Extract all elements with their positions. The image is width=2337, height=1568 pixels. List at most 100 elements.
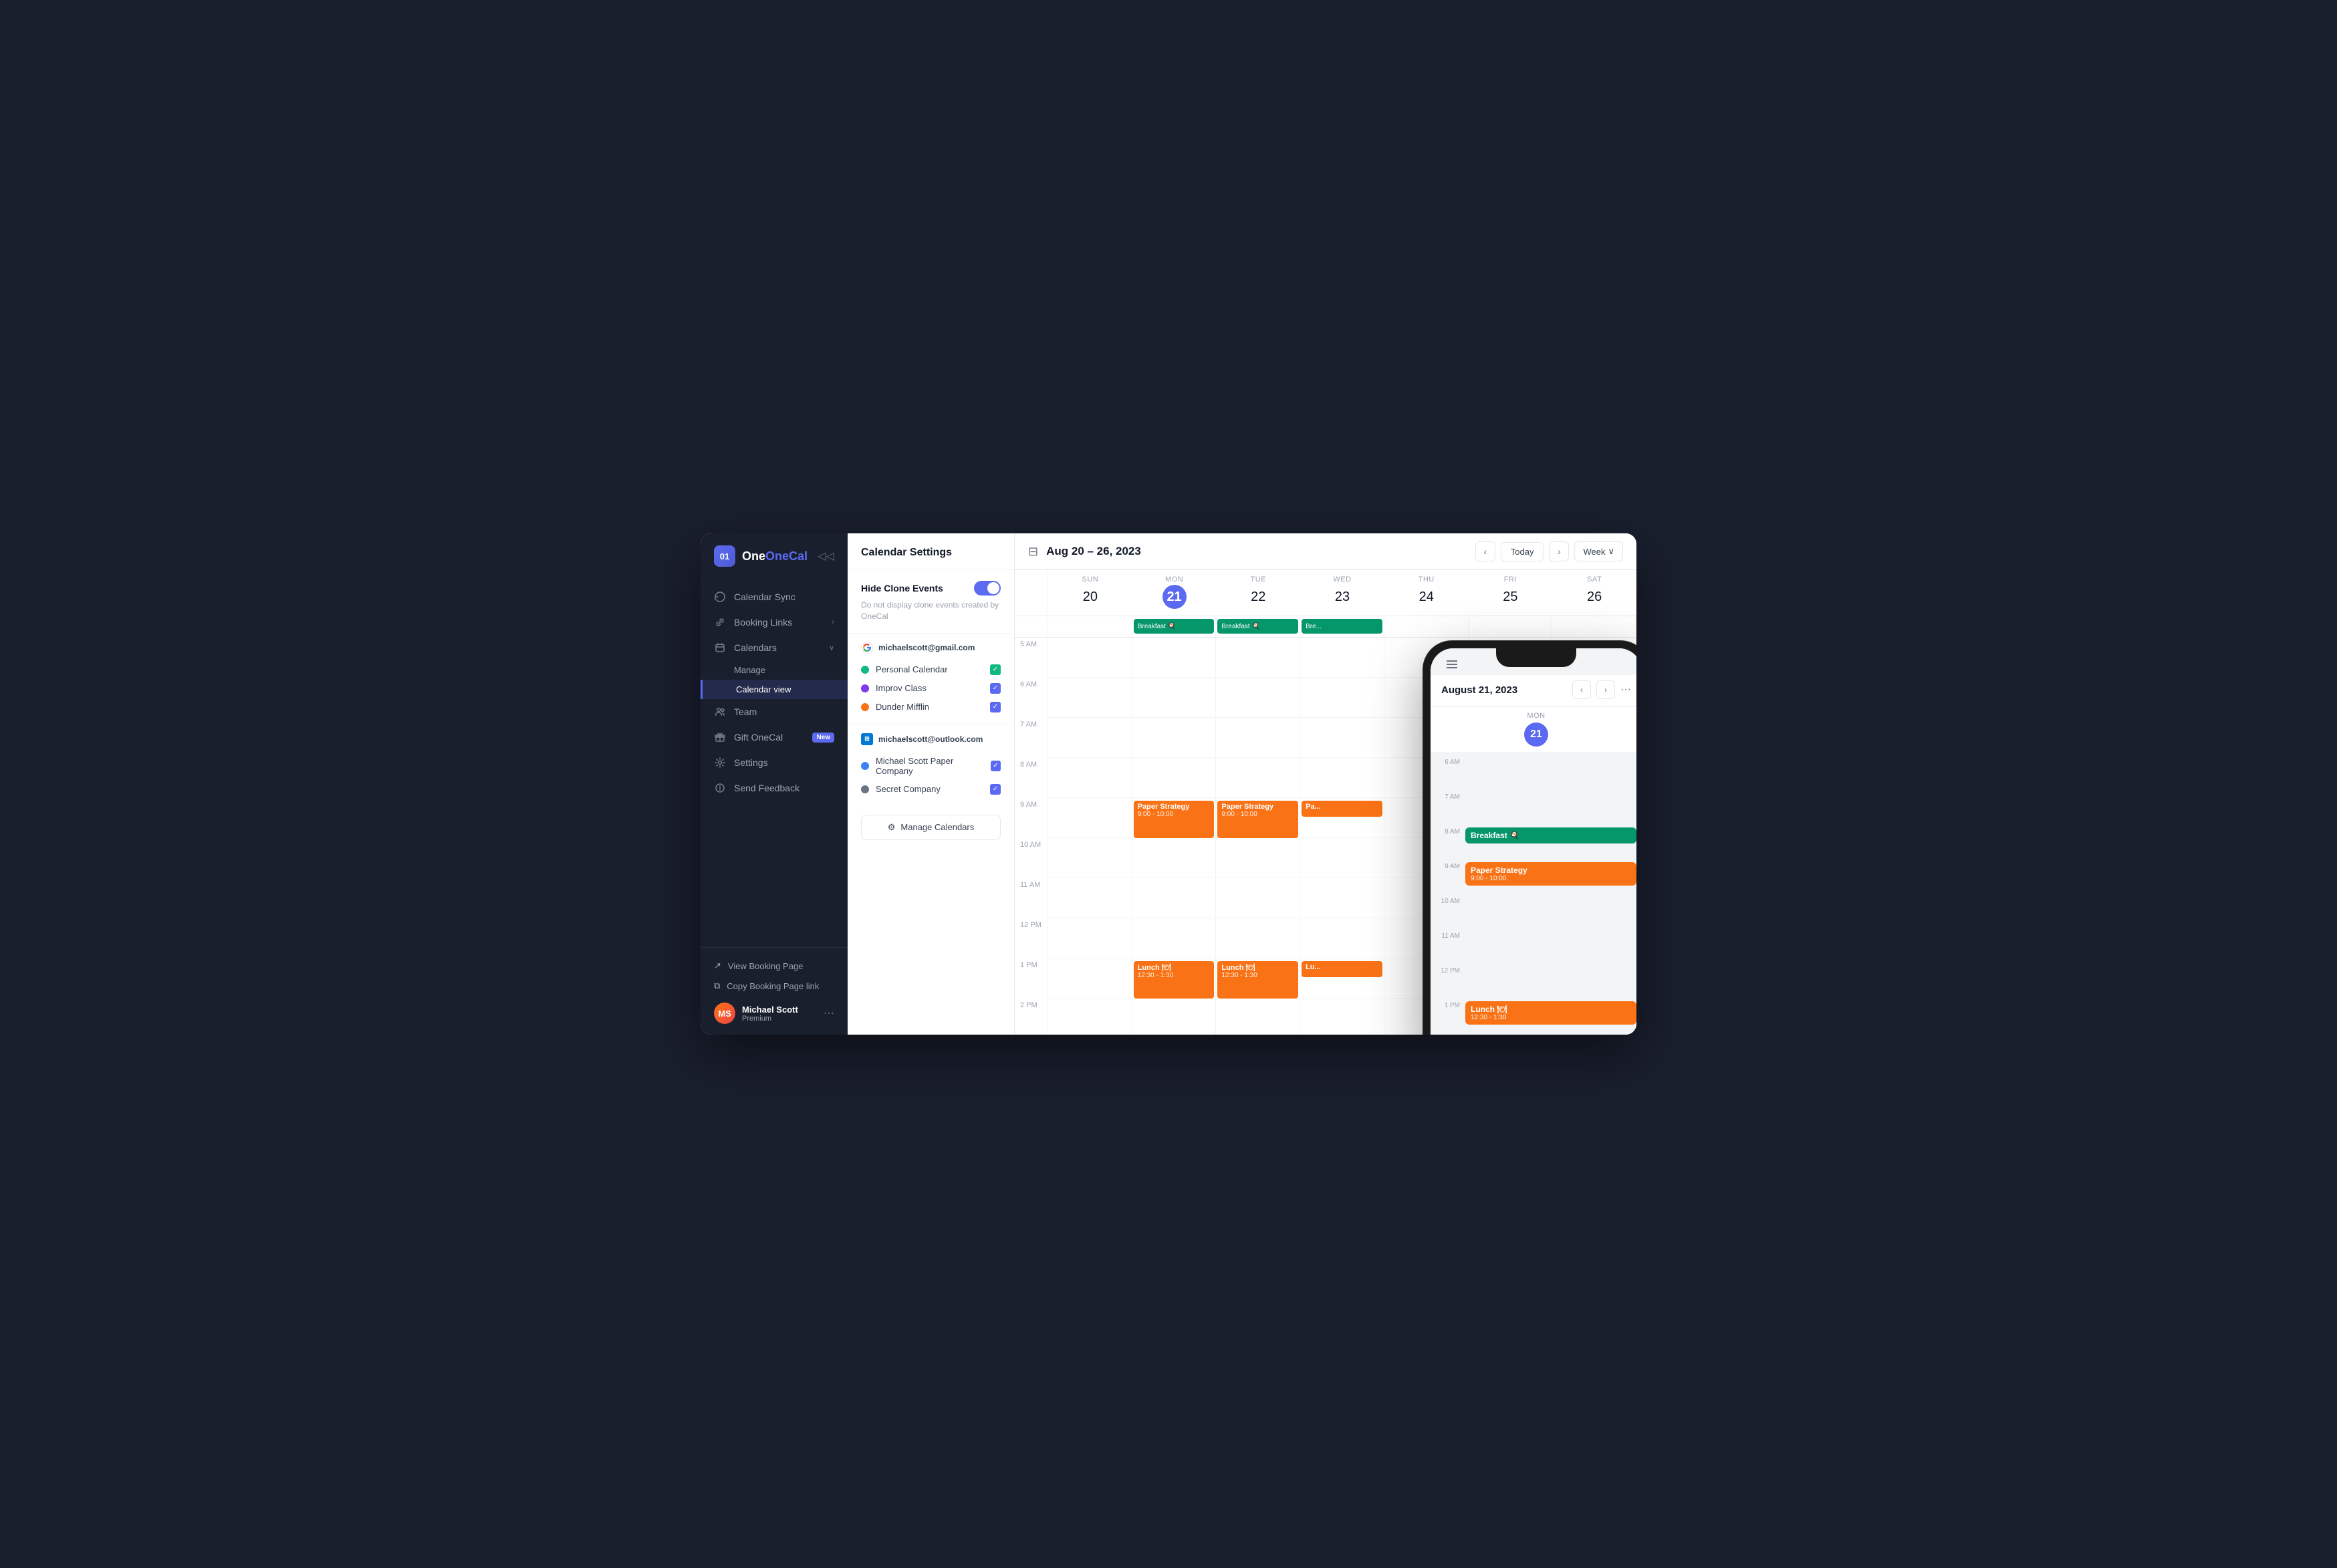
time-cell-2pm-col4 bbox=[1300, 999, 1384, 1035]
sidebar-item-settings[interactable]: Settings bbox=[701, 750, 848, 775]
time-cell-5am-col2 bbox=[1132, 638, 1217, 678]
calendar-event[interactable]: Paper Strategy9:00 - 10:00 bbox=[1217, 801, 1298, 838]
time-cell-1pm-col3: Lunch 🍽12:30 - 1:30 bbox=[1216, 958, 1300, 999]
time-label-6am: 6 AM bbox=[1015, 678, 1048, 718]
calendar-prev-button[interactable]: ‹ bbox=[1475, 541, 1495, 561]
phone-more-button[interactable]: ··· bbox=[1620, 684, 1631, 696]
phone-date-title: August 21, 2023 bbox=[1441, 684, 1567, 696]
sidebar-collapse-button[interactable]: ◁◁ bbox=[818, 549, 834, 563]
time-cell-10am-col3 bbox=[1216, 838, 1300, 878]
time-cell-9am-col2: Paper Strategy9:00 - 10:00 bbox=[1132, 798, 1217, 838]
phone-day-number: 21 bbox=[1524, 723, 1548, 747]
copy-booking-link[interactable]: ⧉ Copy Booking Page link bbox=[714, 976, 834, 996]
time-label-5am: 5 AM bbox=[1015, 638, 1048, 678]
link-icon bbox=[714, 616, 726, 628]
sidebar-item-calendar-sync[interactable]: Calendar Sync bbox=[701, 584, 848, 610]
manage-calendars-button[interactable]: ⚙ Manage Calendars bbox=[861, 815, 1001, 840]
sidebar-item-send-feedback[interactable]: Send Feedback bbox=[701, 775, 848, 801]
time-label-8am: 8 AM bbox=[1015, 758, 1048, 798]
calendar-header: ⊟ Aug 20 – 26, 2023 ‹ Today › Week ∨ bbox=[1015, 533, 1636, 570]
time-cell-2pm-col3 bbox=[1216, 999, 1300, 1035]
phone-screen: August 21, 2023 ‹ › ··· MON 21 6 AM bbox=[1431, 648, 1636, 1035]
phone-time-9am: 9 AM Paper Strategy 9:00 - 10:00 bbox=[1436, 862, 1636, 896]
time-label-11am: 11 AM bbox=[1015, 878, 1048, 918]
phone-time-11am: 11 AM bbox=[1436, 931, 1636, 966]
time-cell-6am-col1 bbox=[1048, 678, 1132, 718]
time-cell-7am-col2 bbox=[1132, 718, 1217, 758]
sidebar-item-label: Calendar Sync bbox=[734, 592, 795, 602]
phone-events-area: 6 AM 7 AM 8 AM bbox=[1431, 757, 1636, 1035]
time-cell-7am-col4 bbox=[1300, 718, 1384, 758]
phone-breakfast-event[interactable]: Breakfast 🍳 bbox=[1465, 827, 1636, 843]
breakfast-event-mon[interactable]: Breakfast 🍳 bbox=[1134, 619, 1215, 634]
user-avatar: MS bbox=[714, 1003, 735, 1024]
calendar-event[interactable]: Pa... bbox=[1302, 801, 1382, 817]
outlook-account-header: ⊞ michaelscott@outlook.com bbox=[861, 733, 1001, 745]
all-day-sun bbox=[1048, 616, 1132, 637]
personal-calendar-checkbox[interactable]: ✓ bbox=[990, 664, 1001, 675]
phone-time-12pm: 12 PM bbox=[1436, 966, 1636, 1001]
team-icon bbox=[714, 706, 726, 718]
calendar-date-range: Aug 20 – 26, 2023 bbox=[1046, 545, 1141, 558]
user-plan: Premium bbox=[742, 1015, 817, 1023]
sidebar-item-team[interactable]: Team bbox=[701, 699, 848, 725]
calendar-today-button[interactable]: Today bbox=[1501, 542, 1544, 561]
hide-clone-toggle[interactable] bbox=[974, 581, 1001, 596]
feedback-icon bbox=[714, 782, 726, 794]
day-header-sun: SUN 20 bbox=[1048, 570, 1132, 616]
time-cell-2pm-col1 bbox=[1048, 999, 1132, 1035]
time-cell-8am-col4 bbox=[1300, 758, 1384, 798]
time-cell-5am-col1 bbox=[1048, 638, 1132, 678]
user-menu-button[interactable]: ⋯ bbox=[824, 1007, 834, 1020]
time-label-9am: 9 AM bbox=[1015, 798, 1048, 838]
calendar-next-button[interactable]: › bbox=[1549, 541, 1569, 561]
external-link-icon: ↗ bbox=[714, 960, 721, 971]
breakfast-event-tue[interactable]: Breakfast 🍳 bbox=[1217, 619, 1298, 634]
settings-title: Calendar Settings bbox=[848, 547, 1014, 570]
mspc-calendar-checkbox[interactable]: ✓ bbox=[991, 761, 1001, 771]
view-booking-page-link[interactable]: ↗ View Booking Page bbox=[714, 956, 834, 976]
calendar-event[interactable]: Lunch 🍽12:30 - 1:30 bbox=[1217, 961, 1298, 999]
time-label-2pm: 2 PM bbox=[1015, 999, 1048, 1035]
calendar-event[interactable]: Lu... bbox=[1302, 961, 1382, 977]
phone-prev-button[interactable]: ‹ bbox=[1572, 680, 1591, 699]
calendar-nav-icon: ⊟ bbox=[1028, 545, 1038, 559]
user-profile-row: MS Michael Scott Premium ⋯ bbox=[714, 996, 834, 1027]
time-cell-6am-col2 bbox=[1132, 678, 1217, 718]
sidebar-item-calendars[interactable]: Calendars ∨ bbox=[701, 635, 848, 660]
sidebar-item-label: Calendars bbox=[734, 642, 777, 653]
sidebar-item-label: Team bbox=[734, 706, 757, 717]
sidebar-item-label: Booking Links bbox=[734, 617, 792, 628]
breakfast-event-wed[interactable]: Bre... bbox=[1302, 619, 1382, 634]
secret-calendar-checkbox[interactable]: ✓ bbox=[990, 784, 1001, 795]
time-cell-10am-col2 bbox=[1132, 838, 1217, 878]
phone-paper-event[interactable]: Paper Strategy 9:00 - 10:00 bbox=[1465, 862, 1636, 886]
time-label-7am: 7 AM bbox=[1015, 718, 1048, 758]
calendar-view-button[interactable]: Week ∨ bbox=[1574, 541, 1623, 561]
phone-next-button[interactable]: › bbox=[1596, 680, 1615, 699]
time-cell-12pm-col2 bbox=[1132, 918, 1217, 958]
calendar-event[interactable]: Paper Strategy9:00 - 10:00 bbox=[1134, 801, 1215, 838]
sidebar-sub-item-label: Calendar view bbox=[736, 684, 791, 694]
time-label-1pm: 1 PM bbox=[1015, 958, 1048, 999]
phone-day-row: MON 21 bbox=[1431, 706, 1636, 752]
improv-calendar-checkbox[interactable]: ✓ bbox=[990, 683, 1001, 694]
calendar-event[interactable]: Lunch 🍽12:30 - 1:30 bbox=[1134, 961, 1215, 999]
sidebar-item-booking-links[interactable]: Booking Links › bbox=[701, 610, 848, 635]
sidebar-item-calendar-view[interactable]: Calendar view bbox=[701, 680, 848, 699]
phone-time-10am: 10 AM bbox=[1436, 896, 1636, 931]
improv-calendar-dot bbox=[861, 684, 869, 692]
phone-frame: August 21, 2023 ‹ › ··· MON 21 6 AM bbox=[1423, 640, 1636, 1035]
phone-lunch-event[interactable]: Lunch 🍽 12:30 - 1:30 bbox=[1465, 1001, 1636, 1025]
hide-clone-section: Hide Clone Events Do not display clone e… bbox=[848, 570, 1014, 634]
personal-calendar-dot bbox=[861, 666, 869, 674]
app-container: 01 OneOneCal ◁◁ Calendar Sync bbox=[701, 533, 1636, 1035]
sidebar-item-gift-onecal[interactable]: Gift OneCal New bbox=[701, 725, 848, 750]
all-day-thu bbox=[1384, 616, 1469, 637]
dunder-calendar-dot bbox=[861, 703, 869, 711]
all-day-row: Breakfast 🍳 Breakfast 🍳 Bre... bbox=[1015, 616, 1636, 638]
dunder-calendar-checkbox[interactable]: ✓ bbox=[990, 702, 1001, 712]
chevron-right-icon: › bbox=[832, 618, 834, 626]
sidebar-item-manage[interactable]: Manage bbox=[701, 660, 848, 680]
time-cell-9am-col3: Paper Strategy9:00 - 10:00 bbox=[1216, 798, 1300, 838]
